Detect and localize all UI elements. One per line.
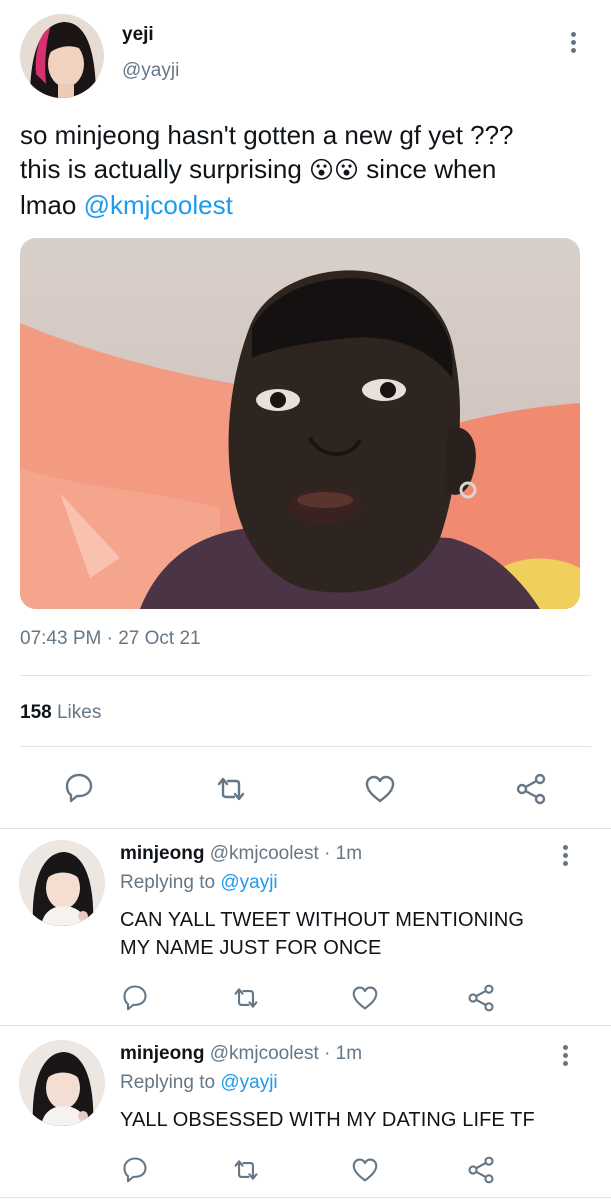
reply-author-name[interactable]: minjeong [120,1043,204,1064]
author-name[interactable]: yeji [122,24,154,46]
reply-author-handle[interactable]: @kmjcoolest [210,1043,319,1064]
author-avatar[interactable] [20,14,104,98]
reply-avatar-image [19,1040,105,1126]
likes-count: 158 [20,702,52,723]
surprised-emoji: 😮😮 [309,157,360,184]
share-icon[interactable] [466,983,496,1013]
tweet-text-line1: so minjeong hasn't gotten a new gf yet ?… [20,120,514,150]
author-avatar-image [20,14,104,98]
tweet-date: 27 Oct 21 [118,628,201,649]
reply-time: 1m [335,843,363,864]
retweet-icon[interactable] [231,985,261,1011]
divider [0,1025,611,1026]
reply-author-name[interactable]: minjeong [120,843,204,864]
tweet-media-image [20,238,580,609]
replying-to-link[interactable]: @yayji [220,1072,277,1093]
retweet-icon[interactable] [214,774,248,804]
likes-count-link[interactable]: 158 Likes [20,702,101,724]
tweet-text-line2: this is actually surprising 😮😮 since whe… [20,154,497,184]
author-handle[interactable]: @yayji [122,60,179,82]
replying-to: Replying to @yayji [120,1072,278,1093]
reply-text: YALL OBSESSED WITH MY DATING LIFE TF [120,1109,535,1131]
reply-author-handle[interactable]: @kmjcoolest [210,843,319,864]
reply-icon[interactable] [63,771,95,803]
heart-icon[interactable] [364,774,396,804]
divider [0,828,611,829]
share-icon[interactable] [514,772,548,806]
tweet-timestamp: 07:43 PM · 27 Oct 21 [20,628,201,649]
share-icon[interactable] [466,1155,496,1185]
more-vertical-icon[interactable] [571,32,577,56]
tweet-text-line3: lmao @kmjcoolest [20,190,233,220]
heart-icon[interactable] [351,985,379,1011]
reply-avatar[interactable] [19,840,105,926]
reply-avatar[interactable] [19,1040,105,1126]
divider [0,1197,611,1198]
reply-icon[interactable] [121,1155,149,1183]
likes-label: Likes [56,702,102,723]
replying-to: Replying to @yayji [120,872,278,893]
reply-avatar-image [19,840,105,926]
reply-text: CAN YALL TWEET WITHOUT MENTIONING MY NAM… [120,909,525,959]
divider [20,675,591,676]
replying-to-link[interactable]: @yayji [220,872,277,893]
reply-header: minjeong @kmjcoolest · 1m [120,1043,363,1064]
mention-link[interactable]: @kmjcoolest [84,190,233,220]
reply-header: minjeong @kmjcoolest · 1m [120,843,363,864]
more-vertical-icon[interactable] [563,1045,569,1069]
reply-icon[interactable] [121,983,149,1011]
more-vertical-icon[interactable] [563,845,569,869]
tweet-media[interactable] [20,238,580,609]
retweet-icon[interactable] [231,1157,261,1183]
tweet-text: so minjeong hasn't gotten a new gf yet ?… [20,118,590,222]
reply-time: 1m [335,1043,363,1064]
divider [20,746,591,747]
heart-icon[interactable] [351,1157,379,1183]
